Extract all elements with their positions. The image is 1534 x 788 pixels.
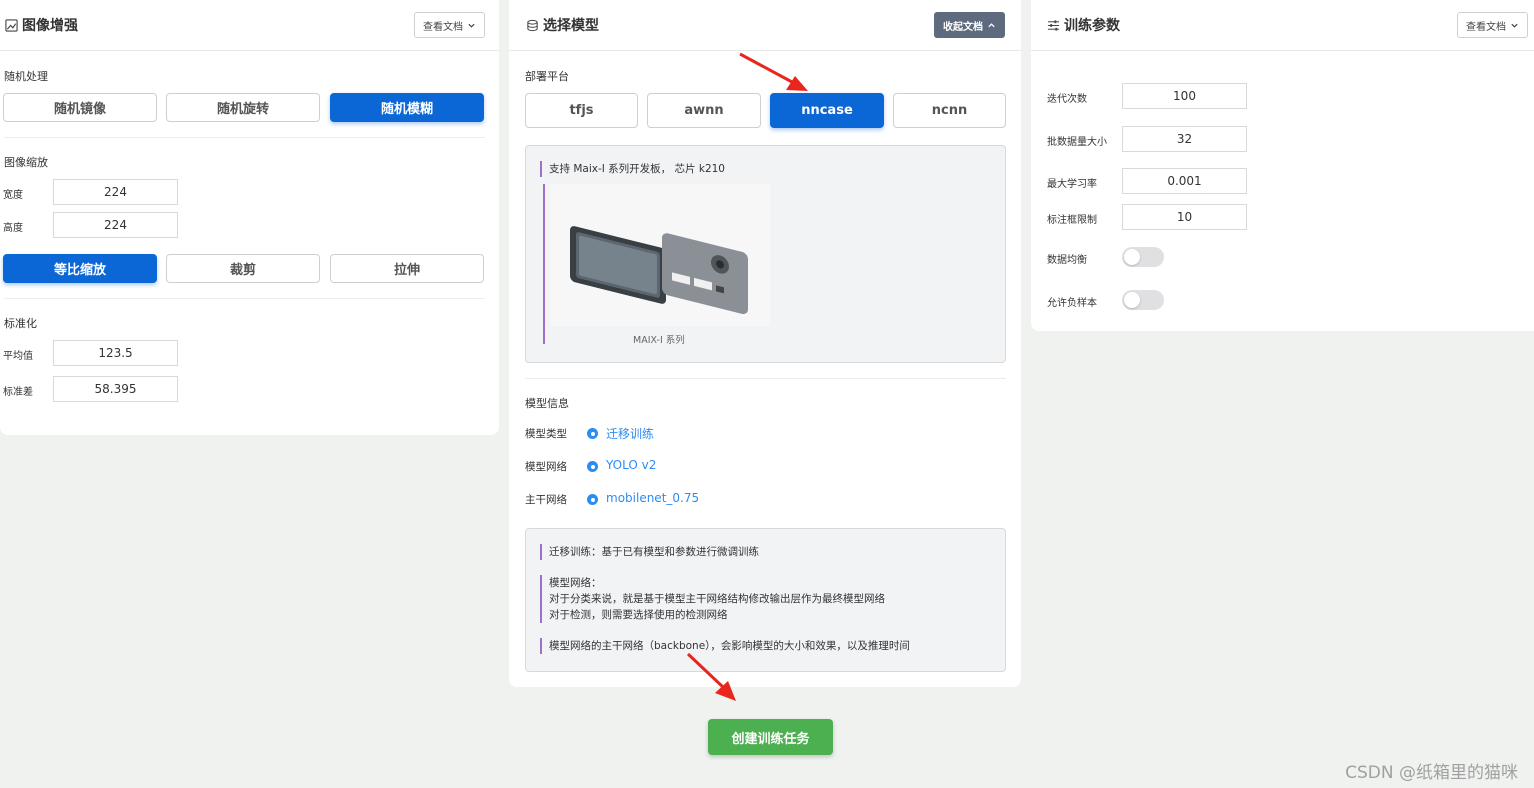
annotation-arrows	[686, 52, 808, 701]
arrow-to-create	[686, 652, 736, 701]
watermark: CSDN @纸箱里的猫咪	[1345, 763, 1518, 783]
create-training-task-button[interactable]: 创建训练任务	[708, 719, 833, 755]
arrow-to-nncase	[739, 52, 808, 91]
